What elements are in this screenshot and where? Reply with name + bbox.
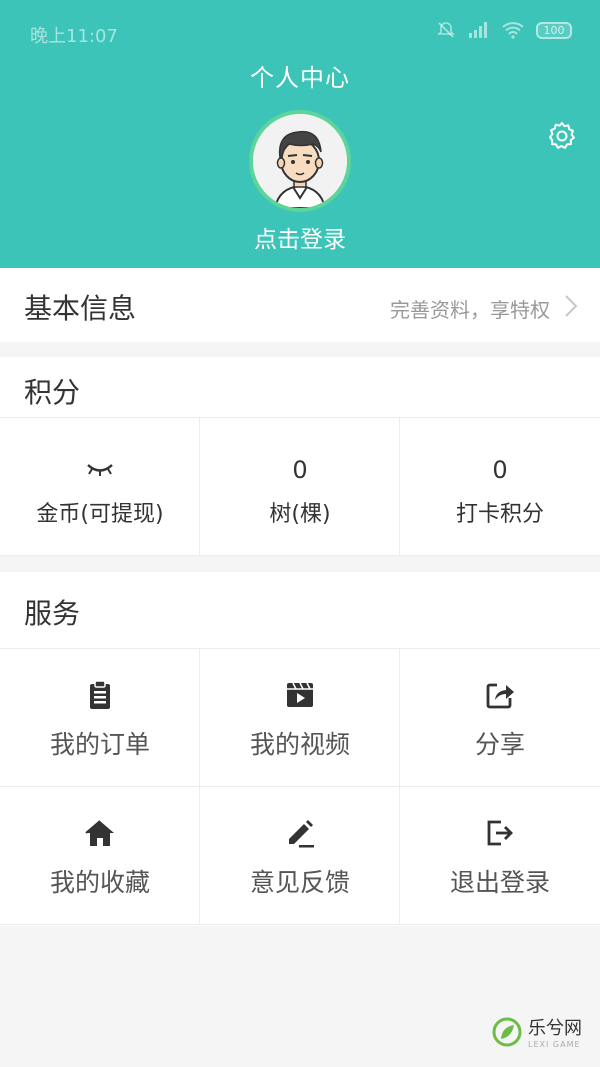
watermark: 乐兮网 LEXI GAME xyxy=(492,1014,582,1049)
service-label: 我的收藏 xyxy=(49,868,150,897)
home-icon xyxy=(85,820,114,846)
basic-info-hint: 完善资料，享特权 xyxy=(390,298,550,322)
points-item-value: 0 xyxy=(492,456,508,484)
basic-info-title: 基本信息 xyxy=(24,292,137,325)
battery-icon: 100 xyxy=(536,21,572,39)
points-item-value: 0 xyxy=(292,456,308,484)
wifi-icon xyxy=(502,22,524,39)
signal-icon xyxy=(469,22,487,38)
watermark-name: 乐兮网 xyxy=(528,1018,582,1039)
service-share[interactable]: 分享 xyxy=(400,649,600,787)
closed-eye-icon xyxy=(87,464,113,476)
user-avatar-icon xyxy=(253,114,347,208)
leaf-logo-icon xyxy=(492,1017,522,1046)
service-label: 退出登录 xyxy=(449,868,550,897)
services-section: 服务 我的订单 我的视频 分享 我的收藏 意见反馈 退出登录 xyxy=(0,572,600,926)
points-title: 积分 xyxy=(24,376,81,409)
chevron-right-icon xyxy=(565,295,578,317)
service-label: 我的视频 xyxy=(249,730,350,759)
gear-icon[interactable] xyxy=(546,120,578,152)
points-checkin-cell[interactable]: 0 打卡积分 xyxy=(400,418,600,556)
points-grid: 金币(可提现) 0 树(棵) 0 打卡积分 xyxy=(0,417,600,556)
points-item-label: 打卡积分 xyxy=(455,502,544,527)
service-label: 我的订单 xyxy=(49,730,150,759)
points-section: 积分 金币(可提现) 0 树(棵) 0 打卡积分 xyxy=(0,357,600,556)
service-favorites[interactable]: 我的收藏 xyxy=(0,787,200,925)
clipboard-icon xyxy=(90,680,110,709)
basic-info-row[interactable]: 基本信息 完善资料，享特权 xyxy=(0,268,600,342)
logout-icon xyxy=(487,820,513,846)
points-item-label: 金币(可提现) xyxy=(36,502,164,527)
status-icons: 100 xyxy=(436,20,572,40)
services-title: 服务 xyxy=(24,597,81,630)
share-icon xyxy=(486,683,514,709)
service-label: 分享 xyxy=(474,730,525,759)
page-title: 个人中心 xyxy=(250,64,350,92)
service-logout[interactable]: 退出登录 xyxy=(400,787,600,925)
status-bar: 晚上11:07 100 xyxy=(0,0,600,64)
edit-icon xyxy=(289,820,314,848)
mute-bell-icon xyxy=(437,22,455,38)
points-trees-cell[interactable]: 0 树(棵) xyxy=(200,418,400,556)
watermark-sub: LEXI GAME xyxy=(528,1040,581,1049)
profile-header: 晚上11:07 100 个人中心 点击登录 xyxy=(0,0,600,268)
points-item-label: 树(棵) xyxy=(269,502,331,527)
video-icon xyxy=(287,682,313,707)
service-label: 意见反馈 xyxy=(249,868,350,897)
status-time: 晚上11:07 xyxy=(30,26,118,47)
login-link[interactable]: 点击登录 xyxy=(0,220,600,254)
points-coins-cell[interactable]: 金币(可提现) xyxy=(0,418,200,556)
avatar[interactable] xyxy=(249,110,351,212)
service-feedback[interactable]: 意见反馈 xyxy=(200,787,400,925)
service-my-videos[interactable]: 我的视频 xyxy=(200,649,400,787)
services-grid: 我的订单 我的视频 分享 我的收藏 意见反馈 退出登录 xyxy=(0,648,600,925)
service-my-orders[interactable]: 我的订单 xyxy=(0,649,200,787)
